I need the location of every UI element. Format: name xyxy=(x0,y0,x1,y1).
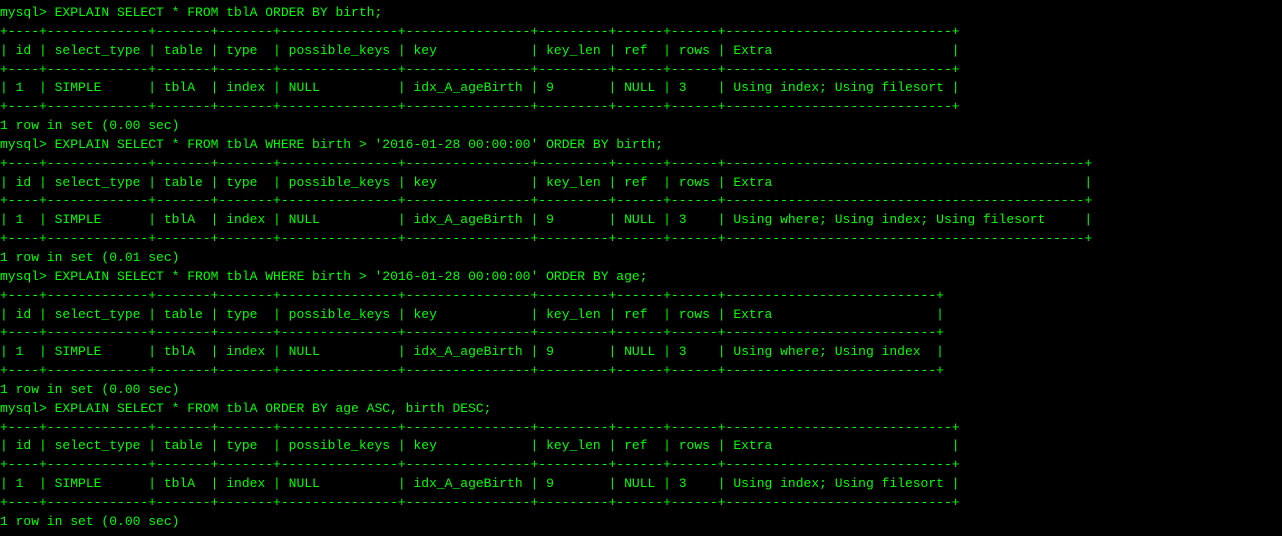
terminal-line: mysql> EXPLAIN SELECT * FROM tblA ORDER … xyxy=(0,4,1282,23)
terminal-line: | 1 | SIMPLE | tblA | index | NULL | idx… xyxy=(0,475,1282,494)
terminal-line: +----+-------------+-------+-------+----… xyxy=(0,362,1282,381)
terminal-line: 1 row in set (0.00 sec) xyxy=(0,117,1282,136)
terminal-line: +----+-------------+-------+-------+----… xyxy=(0,61,1282,80)
terminal-line: | 1 | SIMPLE | tblA | index | NULL | idx… xyxy=(0,343,1282,362)
terminal-window: mysql> EXPLAIN SELECT * FROM tblA ORDER … xyxy=(0,0,1282,536)
terminal-line: | id | select_type | table | type | poss… xyxy=(0,42,1282,61)
terminal-line: +----+-------------+-------+-------+----… xyxy=(0,456,1282,475)
terminal-line: | 1 | SIMPLE | tblA | index | NULL | idx… xyxy=(0,79,1282,98)
terminal-line: +----+-------------+-------+-------+----… xyxy=(0,287,1282,306)
terminal-line: | id | select_type | table | type | poss… xyxy=(0,174,1282,193)
terminal-line: +----+-------------+-------+-------+----… xyxy=(0,155,1282,174)
terminal-line: +----+-------------+-------+-------+----… xyxy=(0,192,1282,211)
terminal-line: | 1 | SIMPLE | tblA | index | NULL | idx… xyxy=(0,211,1282,230)
terminal-line: +----+-------------+-------+-------+----… xyxy=(0,98,1282,117)
terminal-line: 1 row in set (0.00 sec) xyxy=(0,381,1282,400)
terminal-line: +----+-------------+-------+-------+----… xyxy=(0,494,1282,513)
terminal-line: mysql> EXPLAIN SELECT * FROM tblA WHERE … xyxy=(0,136,1282,155)
terminal-line: +----+-------------+-------+-------+----… xyxy=(0,230,1282,249)
terminal-line: mysql> EXPLAIN SELECT * FROM tblA ORDER … xyxy=(0,400,1282,419)
terminal-line: 1 row in set (0.01 sec) xyxy=(0,249,1282,268)
terminal-line: +----+-------------+-------+-------+----… xyxy=(0,324,1282,343)
terminal-line: | id | select_type | table | type | poss… xyxy=(0,437,1282,456)
terminal-line: +----+-------------+-------+-------+----… xyxy=(0,23,1282,42)
terminal-line: mysql> EXPLAIN SELECT * FROM tblA WHERE … xyxy=(0,268,1282,287)
terminal-line: +----+-------------+-------+-------+----… xyxy=(0,419,1282,438)
terminal-line: | id | select_type | table | type | poss… xyxy=(0,306,1282,325)
